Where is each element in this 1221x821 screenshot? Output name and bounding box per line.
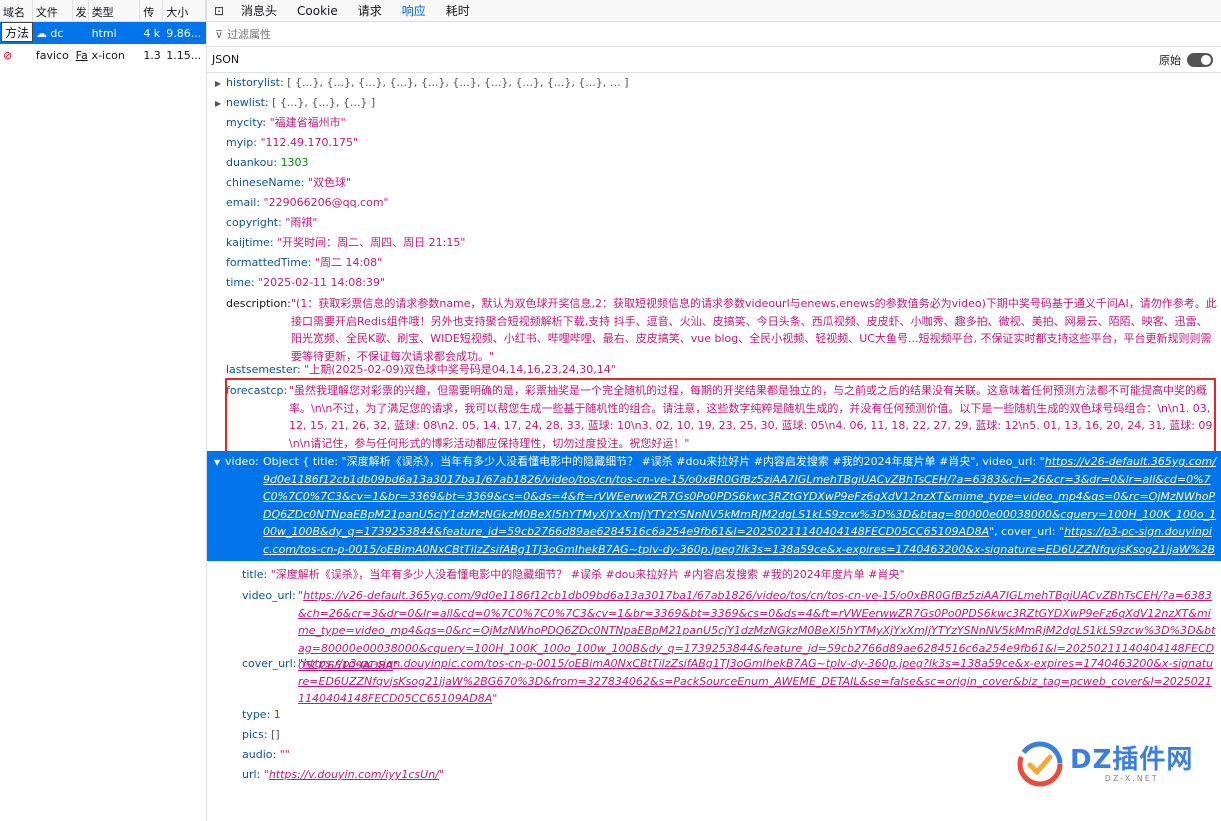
tree-value-video-summary: Object { title: "深度解析《误杀》，当年有多少人没看懂电影中的隐… [263, 455, 1217, 573]
tree-node-formattedtime[interactable]: formattedTime: "周二 14:08" [226, 253, 382, 273]
col-transfer[interactable]: 传 [140, 0, 164, 21]
filter-icon: ⊽ [215, 27, 224, 41]
tree-node-type[interactable]: type: 1 [242, 705, 281, 725]
raw-toggle-wrap[interactable]: 原始 [1159, 52, 1213, 68]
col-file[interactable]: 文件 [33, 0, 73, 21]
row-type: html [91, 26, 117, 40]
tree-node-time[interactable]: time: "2025-02-11 14:08:39" [226, 273, 385, 293]
tree-node-myip[interactable]: myip: "112.49.170.175" [226, 133, 358, 153]
tree-node-mycity[interactable]: mycity: "福建省福州市" [226, 113, 346, 133]
raw-label: 原始 [1159, 53, 1181, 67]
details-panel: ⊡ 消息头 Cookie 请求 响应 耗时 ⊽ 过滤属性 JSON 原始 ▶ hi… [207, 0, 1221, 821]
tree-node-duankou[interactable]: duankou: 1303 [226, 153, 309, 173]
request-list: 域名 文件 发 类型 传 大小 方法 in ☁ dc html 4 k 9.86… [0, 0, 207, 821]
row-transfer: 1.3 [143, 48, 161, 62]
tree-value-cover-url: "https://p3-pc-sign.douyinpic.com/tos-cn… [298, 657, 1214, 705]
tree-node-copyright[interactable]: copyright: "雨祺" [226, 213, 317, 233]
lock-icon: ☁ [35, 26, 47, 40]
tree-key-forecastcp[interactable]: forecastcp: [226, 381, 287, 401]
tree-node-historylist[interactable]: ▶ historylist: [ {...}, {...}, {...}, {..… [215, 73, 629, 94]
tree-node-pics[interactable]: pics: [] [242, 725, 280, 745]
devtools-network-panel: 域名 文件 发 类型 传 大小 方法 in ☁ dc html 4 k 9.86… [0, 0, 1221, 821]
row-transfer: 4 k [143, 26, 161, 40]
tree-key-cover-url[interactable]: cover_url: [242, 654, 296, 674]
tree-node-url[interactable]: url: "https://v.douyin.com/iyy1csUn/" [242, 765, 444, 785]
raw-toggle[interactable] [1187, 52, 1213, 67]
request-list-header: 域名 文件 发 类型 传 大小 [0, 0, 207, 22]
tab-timings[interactable]: 耗时 [436, 0, 480, 22]
col-type[interactable]: 类型 [89, 0, 141, 21]
tree-key-description[interactable]: description: [226, 294, 291, 314]
row-size: 1.15... [166, 48, 202, 62]
row-file: favico [35, 48, 69, 62]
row-size: 9.86... [166, 26, 202, 40]
row-file: ☁ dc [35, 26, 64, 40]
tree-node-audio[interactable]: audio: "" [242, 745, 290, 765]
col-size[interactable]: 大小 [163, 0, 207, 21]
row-cause: Fa [75, 48, 88, 62]
tab-request[interactable]: 请求 [348, 0, 392, 22]
expand-arrow-icon[interactable]: ▶ [215, 94, 226, 114]
tree-node-email[interactable]: email: "229066206@qq.com" [226, 193, 389, 213]
json-label: JSON [212, 53, 240, 66]
tree-value-forecastcp: "虽然我理解您对彩票的兴趣，但需要明确的是，彩票抽奖是一个完全随机的过程，每期的… [289, 384, 1213, 450]
request-row[interactable]: ⊘ favico Fa x-icon 1.3 1.15... [0, 44, 206, 66]
tree-node-lastsemester[interactable]: lastsemester: "上期(2025-02-09)双色球中奖号码是04,… [226, 360, 616, 380]
tree-node-kaijtime[interactable]: kaijtime: "开奖时间：周二、周四、周日 21:15" [226, 233, 465, 253]
tab-response[interactable]: 响应 [392, 0, 436, 22]
tree-key-video-url[interactable]: video_url: [242, 586, 296, 606]
blocked-icon: ⊘ [3, 48, 13, 62]
watermark: DZ插件网 DZ-X.NET [1016, 740, 1193, 788]
watermark-logo-icon [1016, 740, 1064, 788]
tree-value-description: "(1：获取彩票信息的请求参数name，默认为双色球开奖信息,2：获取短视频信息… [291, 297, 1217, 363]
tree-node-newlist[interactable]: ▶ newlist: [ {...}, {...}, {...} ] [215, 93, 375, 114]
expand-arrow-icon[interactable]: ▶ [215, 74, 226, 94]
tree-key-video: video: [225, 455, 259, 468]
collapse-arrow-icon[interactable]: ▼ [214, 454, 225, 472]
json-bar: JSON 原始 [207, 47, 1221, 73]
cover-url-link-expanded[interactable]: https://p3-pc-sign.douyinpic.com/tos-cn-… [298, 657, 1213, 705]
tree-node-video-selected[interactable]: ▼ video: Object { title: "深度解析《误杀》，当年有多少人… [207, 451, 1221, 573]
detail-tabs: ⊡ 消息头 Cookie 请求 响应 耗时 [207, 0, 1221, 22]
watermark-text: DZ插件网 [1070, 744, 1194, 775]
filter-input[interactable]: 过滤属性 [227, 26, 271, 42]
douyin-url-link[interactable]: https://v.douyin.com/iyy1csUn/ [269, 768, 439, 781]
tab-headers[interactable]: 消息头 [231, 0, 287, 22]
method-tooltip: 方法 [1, 22, 34, 42]
tree-node-chinesename[interactable]: chineseName: "双色球" [226, 173, 351, 193]
watermark-sub: DZ-X.NET [1104, 773, 1159, 783]
col-domain[interactable]: 域名 [0, 0, 33, 21]
panel-toggle-icon[interactable]: ⊡ [207, 4, 231, 18]
row-type: x-icon [91, 48, 125, 62]
filter-bar[interactable]: ⊽ 过滤属性 [207, 22, 1221, 47]
col-cause[interactable]: 发 [73, 0, 89, 21]
tab-cookies[interactable]: Cookie [287, 0, 348, 22]
tree-node-video-title[interactable]: title: "深度解析《误杀》，当年有多少人没看懂电影中的隐藏细节？ #误杀 … [242, 565, 905, 585]
